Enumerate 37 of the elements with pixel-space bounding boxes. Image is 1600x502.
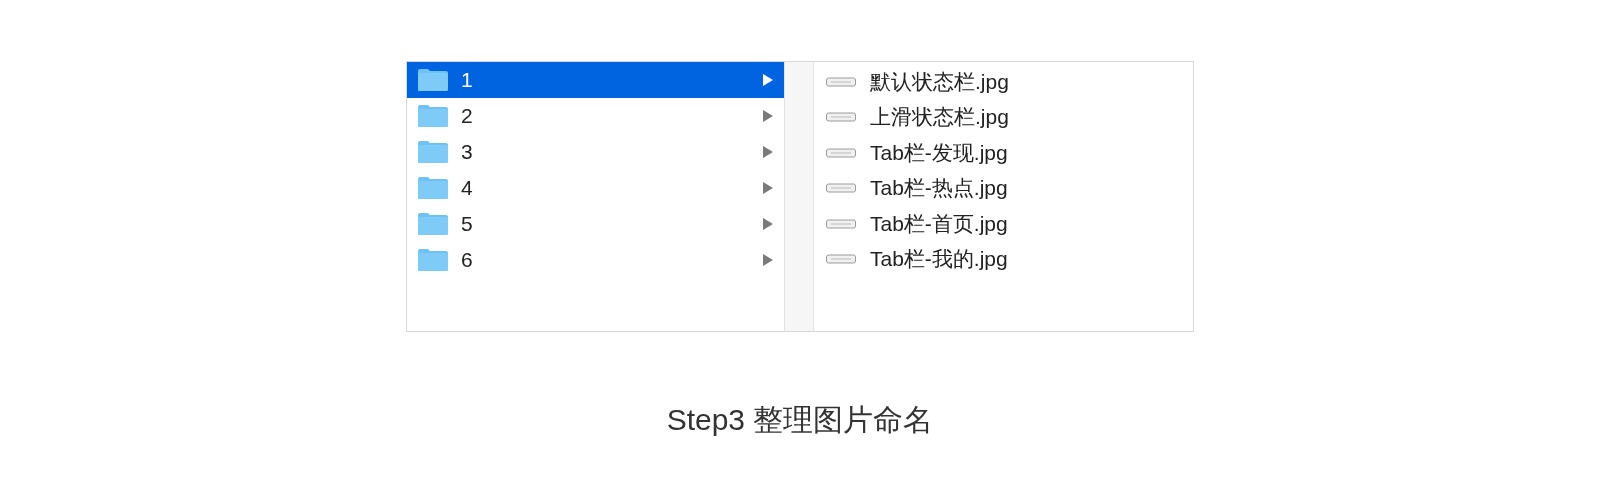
- folder-name: 2: [461, 104, 474, 128]
- folder-row[interactable]: 2: [407, 98, 784, 134]
- folder-name: 4: [461, 176, 474, 200]
- folder-row[interactable]: 4: [407, 170, 784, 206]
- folder-icon: [417, 140, 449, 164]
- file-name[interactable]: Tab栏-热点.jpg: [870, 174, 1008, 203]
- folder-name: 1: [461, 68, 474, 92]
- folder-icon: [417, 104, 449, 128]
- disclosure-arrow-icon[interactable]: [762, 145, 774, 159]
- disclosure-arrow-icon[interactable]: [762, 253, 774, 267]
- file-icon: [826, 112, 856, 123]
- folder-icon: [417, 176, 449, 200]
- folder-row[interactable]: 1: [407, 62, 784, 98]
- caption: Step3 整理图片命名: [666, 402, 934, 438]
- folder-name: 6: [461, 248, 474, 272]
- folder-row[interactable]: 5: [407, 206, 784, 242]
- folder-name: 5: [461, 212, 474, 236]
- file-icon: [826, 76, 856, 87]
- file-name[interactable]: Tab栏-发现.jpg: [870, 138, 1008, 167]
- file-name[interactable]: 上滑状态栏.jpg: [870, 103, 1009, 132]
- disclosure-arrow-icon[interactable]: [762, 217, 774, 231]
- folder-icon: [417, 248, 449, 272]
- file-icon: [826, 254, 856, 265]
- file-name[interactable]: Tab栏-我的.jpg: [870, 245, 1008, 274]
- disclosure-arrow-icon[interactable]: [762, 73, 774, 87]
- disclosure-arrow-icon[interactable]: [762, 109, 774, 123]
- disclosure-arrow-icon[interactable]: [762, 181, 774, 195]
- folder-icon: [417, 212, 449, 236]
- folder-name: 3: [461, 140, 474, 164]
- file-name[interactable]: 默认状态栏.jpg: [870, 67, 1009, 96]
- folder-icon: [417, 68, 449, 92]
- folder-row[interactable]: 6: [407, 242, 784, 278]
- file-icon: [826, 218, 856, 229]
- file-icon: [826, 147, 856, 158]
- file-name[interactable]: Tab栏-首页.jpg: [870, 209, 1008, 238]
- file-icon: [826, 183, 856, 194]
- folder-row[interactable]: 3: [407, 134, 784, 170]
